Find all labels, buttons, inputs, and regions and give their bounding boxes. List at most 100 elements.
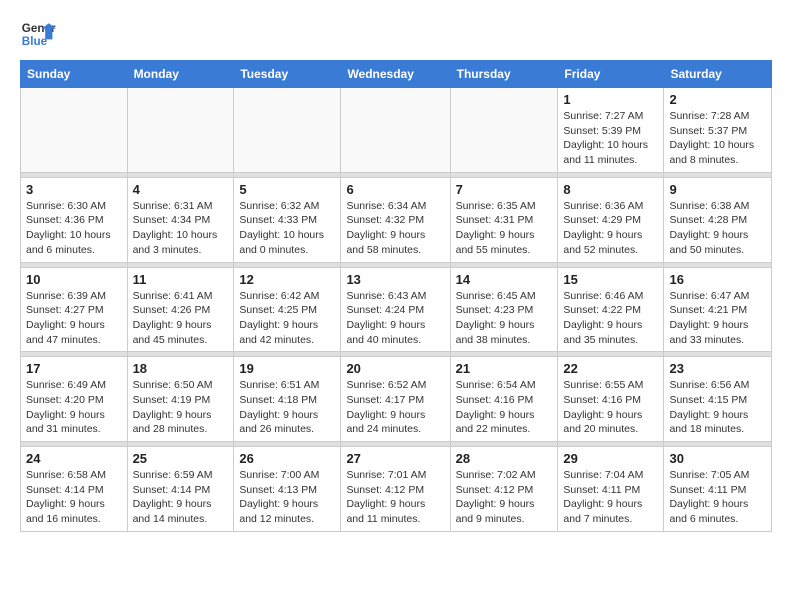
day-number: 10 (26, 272, 122, 287)
day-cell: 17 Sunrise: 6:49 AMSunset: 4:20 PMDayligh… (21, 357, 128, 442)
day-info: Sunrise: 7:05 AMSunset: 4:11 PMDaylight:… (669, 468, 766, 527)
day-info: Sunrise: 6:30 AMSunset: 4:36 PMDaylight:… (26, 199, 122, 258)
day-number: 21 (456, 361, 553, 376)
day-info: Sunrise: 6:47 AMSunset: 4:21 PMDaylight:… (669, 289, 766, 348)
day-cell: 22Sunrise: 6:55 AMSunset: 4:16 PMDayligh… (558, 357, 664, 442)
day-cell: 14 Sunrise: 6:45 AMSunset: 4:23 PMDayligh… (450, 267, 558, 352)
day-info: Sunrise: 6:59 AMSunset: 4:14 PMDaylight:… (133, 468, 229, 527)
day-cell: 30Sunrise: 7:05 AMSunset: 4:11 PMDayligh… (664, 447, 772, 532)
logo: General Blue (20, 16, 56, 52)
day-cell: 11 Sunrise: 6:41 AMSunset: 4:26 PMDayligh… (127, 267, 234, 352)
week-row-2: 3Sunrise: 6:30 AMSunset: 4:36 PMDaylight… (21, 177, 772, 262)
day-info: Sunrise: 6:54 AMSunset: 4:16 PMDaylight:… (456, 378, 553, 437)
logo-icon: General Blue (20, 16, 56, 52)
day-cell: 9 Sunrise: 6:38 AMSunset: 4:28 PMDaylight… (664, 177, 772, 262)
day-info: Sunrise: 6:45 AMSunset: 4:23 PMDaylight:… (456, 289, 553, 348)
day-info: Sunrise: 6:52 AMSunset: 4:17 PMDaylight:… (346, 378, 444, 437)
day-number: 19 (239, 361, 335, 376)
week-row-1: 1 Sunrise: 7:27 AMSunset: 5:39 PMDaylight… (21, 88, 772, 173)
day-info: Sunrise: 6:51 AMSunset: 4:18 PMDaylight:… (239, 378, 335, 437)
weekday-header-monday: Monday (127, 61, 234, 88)
day-cell: 6 Sunrise: 6:34 AMSunset: 4:32 PMDaylight… (341, 177, 450, 262)
day-cell: 12 Sunrise: 6:42 AMSunset: 4:25 PMDayligh… (234, 267, 341, 352)
day-cell: 20 Sunrise: 6:52 AMSunset: 4:17 PMDayligh… (341, 357, 450, 442)
day-cell: 4 Sunrise: 6:31 AMSunset: 4:34 PMDaylight… (127, 177, 234, 262)
day-number: 13 (346, 272, 444, 287)
day-info: Sunrise: 6:39 AMSunset: 4:27 PMDaylight:… (26, 289, 122, 348)
day-number: 12 (239, 272, 335, 287)
day-number: 28 (456, 451, 553, 466)
svg-text:Blue: Blue (22, 35, 48, 48)
day-number: 6 (346, 182, 444, 197)
day-cell: 7 Sunrise: 6:35 AMSunset: 4:31 PMDaylight… (450, 177, 558, 262)
day-number: 2 (669, 92, 766, 107)
day-cell: 2 Sunrise: 7:28 AMSunset: 5:37 PMDaylight… (664, 88, 772, 173)
day-info: Sunrise: 7:02 AMSunset: 4:12 PMDaylight:… (456, 468, 553, 527)
day-cell: 15Sunrise: 6:46 AMSunset: 4:22 PMDayligh… (558, 267, 664, 352)
day-number: 4 (133, 182, 229, 197)
day-info: Sunrise: 6:31 AMSunset: 4:34 PMDaylight:… (133, 199, 229, 258)
day-cell: 3Sunrise: 6:30 AMSunset: 4:36 PMDaylight… (21, 177, 128, 262)
day-number: 9 (669, 182, 766, 197)
day-number: 7 (456, 182, 553, 197)
day-number: 14 (456, 272, 553, 287)
day-info: Sunrise: 6:41 AMSunset: 4:26 PMDaylight:… (133, 289, 229, 348)
week-row-5: 24 Sunrise: 6:58 AMSunset: 4:14 PMDayligh… (21, 447, 772, 532)
day-info: Sunrise: 6:38 AMSunset: 4:28 PMDaylight:… (669, 199, 766, 258)
day-number: 25 (133, 451, 229, 466)
day-number: 16 (669, 272, 766, 287)
day-info: Sunrise: 6:58 AMSunset: 4:14 PMDaylight:… (26, 468, 122, 527)
day-info: Sunrise: 6:42 AMSunset: 4:25 PMDaylight:… (239, 289, 335, 348)
day-cell: 8 Sunrise: 6:36 AMSunset: 4:29 PMDaylight… (558, 177, 664, 262)
day-info: Sunrise: 6:50 AMSunset: 4:19 PMDaylight:… (133, 378, 229, 437)
weekday-header-tuesday: Tuesday (234, 61, 341, 88)
day-number: 18 (133, 361, 229, 376)
day-info: Sunrise: 6:36 AMSunset: 4:29 PMDaylight:… (563, 199, 658, 258)
day-number: 17 (26, 361, 122, 376)
day-cell: 28 Sunrise: 7:02 AMSunset: 4:12 PMDayligh… (450, 447, 558, 532)
week-row-4: 17 Sunrise: 6:49 AMSunset: 4:20 PMDayligh… (21, 357, 772, 442)
weekday-header-sunday: Sunday (21, 61, 128, 88)
day-number: 29 (563, 451, 658, 466)
day-number: 24 (26, 451, 122, 466)
day-number: 5 (239, 182, 335, 197)
weekday-header-friday: Friday (558, 61, 664, 88)
day-cell: 16 Sunrise: 6:47 AMSunset: 4:21 PMDayligh… (664, 267, 772, 352)
day-number: 23 (669, 361, 766, 376)
day-cell: 13Sunrise: 6:43 AMSunset: 4:24 PMDayligh… (341, 267, 450, 352)
day-cell: 23 Sunrise: 6:56 AMSunset: 4:15 PMDayligh… (664, 357, 772, 442)
day-cell: 10 Sunrise: 6:39 AMSunset: 4:27 PMDayligh… (21, 267, 128, 352)
day-info: Sunrise: 6:49 AMSunset: 4:20 PMDaylight:… (26, 378, 122, 437)
weekday-header-saturday: Saturday (664, 61, 772, 88)
weekday-header-thursday: Thursday (450, 61, 558, 88)
day-info: Sunrise: 7:01 AMSunset: 4:12 PMDaylight:… (346, 468, 444, 527)
day-info: Sunrise: 7:04 AMSunset: 4:11 PMDaylight:… (563, 468, 658, 527)
day-info: Sunrise: 7:27 AMSunset: 5:39 PMDaylight:… (563, 109, 658, 168)
day-number: 1 (563, 92, 658, 107)
day-info: Sunrise: 7:00 AMSunset: 4:13 PMDaylight:… (239, 468, 335, 527)
day-cell: 29 Sunrise: 7:04 AMSunset: 4:11 PMDayligh… (558, 447, 664, 532)
calendar-table: SundayMondayTuesdayWednesdayThursdayFrid… (20, 60, 772, 532)
day-number: 11 (133, 272, 229, 287)
day-info: Sunrise: 6:34 AMSunset: 4:32 PMDaylight:… (346, 199, 444, 258)
day-number: 15 (563, 272, 658, 287)
day-cell (450, 88, 558, 173)
day-number: 27 (346, 451, 444, 466)
day-cell: 18 Sunrise: 6:50 AMSunset: 4:19 PMDayligh… (127, 357, 234, 442)
day-cell (234, 88, 341, 173)
day-number: 8 (563, 182, 658, 197)
weekday-header-wednesday: Wednesday (341, 61, 450, 88)
day-info: Sunrise: 6:35 AMSunset: 4:31 PMDaylight:… (456, 199, 553, 258)
day-cell: 26Sunrise: 7:00 AMSunset: 4:13 PMDayligh… (234, 447, 341, 532)
header: General Blue (20, 16, 772, 52)
day-info: Sunrise: 6:55 AMSunset: 4:16 PMDaylight:… (563, 378, 658, 437)
day-cell: 21 Sunrise: 6:54 AMSunset: 4:16 PMDayligh… (450, 357, 558, 442)
week-row-3: 10 Sunrise: 6:39 AMSunset: 4:27 PMDayligh… (21, 267, 772, 352)
day-cell: 19 Sunrise: 6:51 AMSunset: 4:18 PMDayligh… (234, 357, 341, 442)
day-cell: 25 Sunrise: 6:59 AMSunset: 4:14 PMDayligh… (127, 447, 234, 532)
day-info: Sunrise: 7:28 AMSunset: 5:37 PMDaylight:… (669, 109, 766, 168)
day-cell: 1 Sunrise: 7:27 AMSunset: 5:39 PMDaylight… (558, 88, 664, 173)
day-number: 20 (346, 361, 444, 376)
day-cell: 24 Sunrise: 6:58 AMSunset: 4:14 PMDayligh… (21, 447, 128, 532)
day-info: Sunrise: 6:56 AMSunset: 4:15 PMDaylight:… (669, 378, 766, 437)
